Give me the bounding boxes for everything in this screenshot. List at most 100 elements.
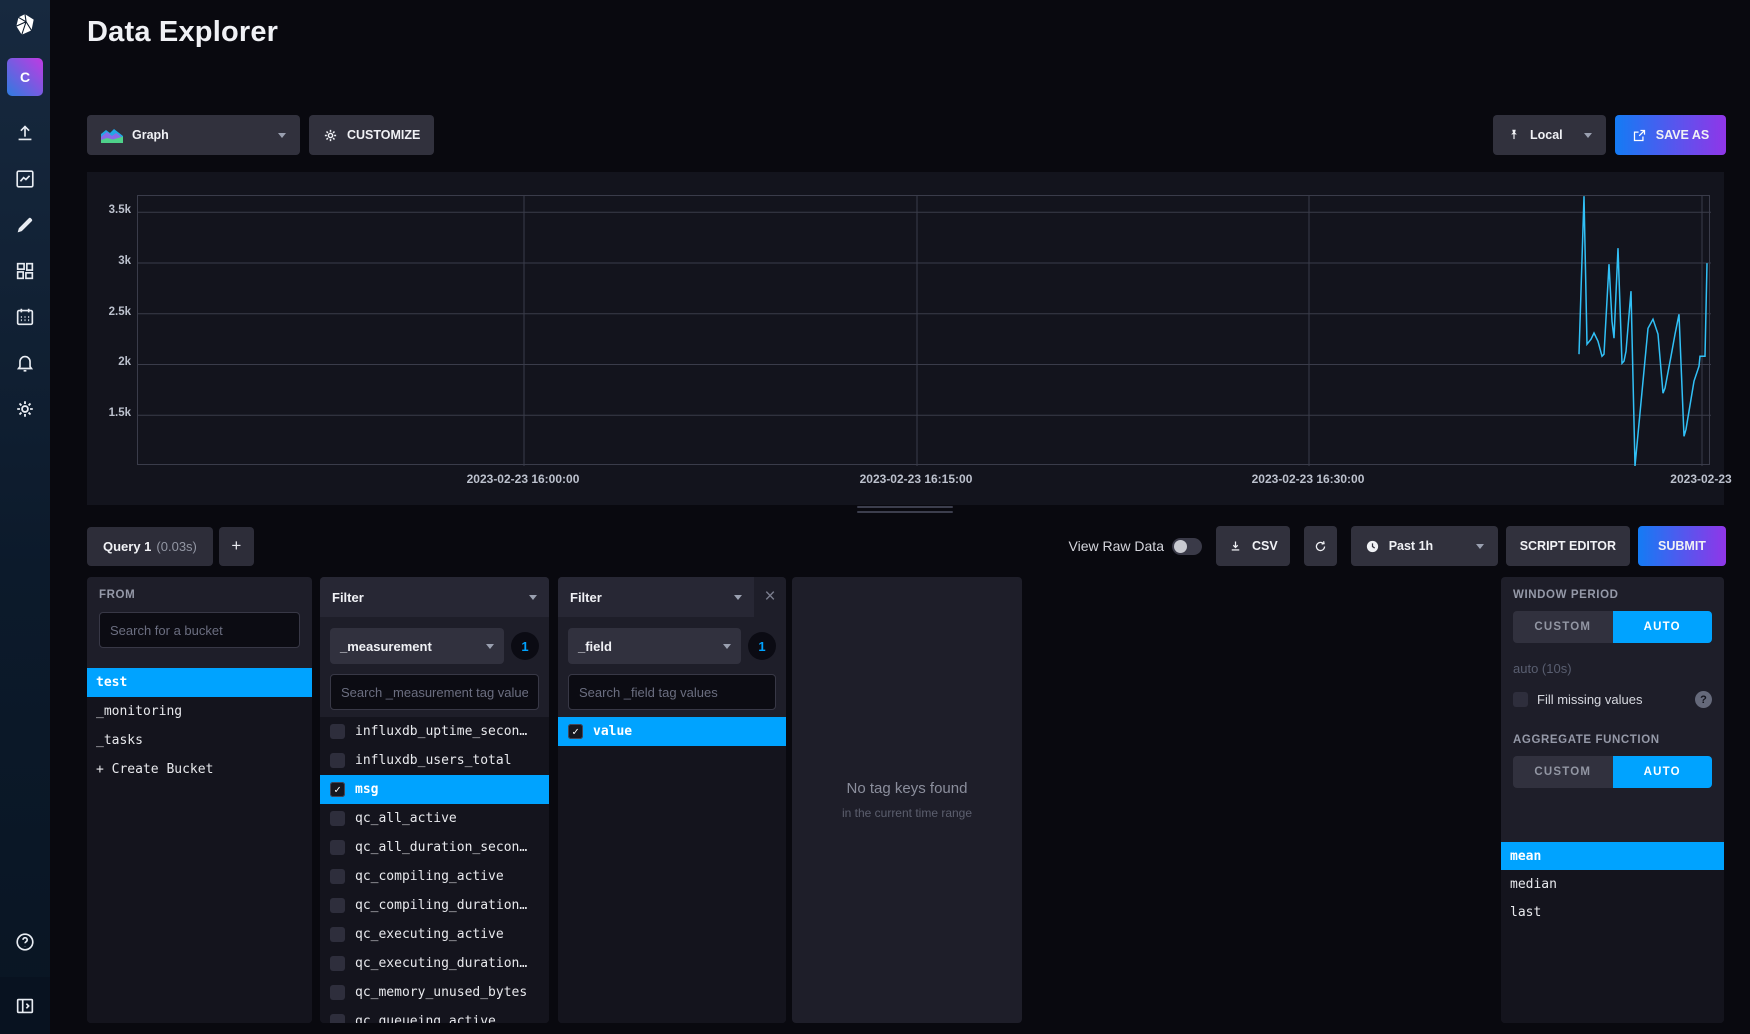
bucket-list-item[interactable]: + Create Bucket bbox=[87, 755, 312, 784]
csv-download-button[interactable]: CSV bbox=[1216, 526, 1290, 566]
time-series-plot[interactable] bbox=[137, 195, 1710, 465]
filter-type-dropdown[interactable]: Filter bbox=[320, 577, 549, 617]
bucket-list-item[interactable]: test bbox=[87, 668, 312, 697]
measurement-name: qc_executing_active bbox=[355, 927, 504, 942]
checkbox[interactable] bbox=[330, 753, 345, 768]
checkbox[interactable] bbox=[568, 724, 583, 739]
influxdb-logo[interactable] bbox=[0, 0, 50, 50]
view-type-dropdown[interactable]: Graph bbox=[87, 115, 300, 155]
view-raw-data-toggle[interactable] bbox=[1172, 538, 1202, 555]
script-editor-button[interactable]: SCRIPT EDITOR bbox=[1506, 526, 1630, 566]
calendar-icon bbox=[14, 306, 36, 328]
time-range-dropdown[interactable]: Past 1h bbox=[1351, 526, 1498, 566]
window-auto-button[interactable]: AUTO bbox=[1613, 611, 1713, 643]
help-tooltip-icon[interactable]: ? bbox=[1695, 691, 1712, 708]
gear-icon bbox=[323, 128, 338, 143]
window-custom-button[interactable]: CUSTOM bbox=[1513, 611, 1613, 643]
view-raw-data-label: View Raw Data bbox=[1069, 538, 1164, 554]
tag-key-dropdown[interactable]: _field bbox=[568, 628, 741, 664]
org-avatar[interactable]: C bbox=[7, 58, 43, 96]
checkbox[interactable] bbox=[330, 927, 345, 942]
bucket-list-item[interactable]: _monitoring bbox=[87, 697, 312, 726]
checkbox[interactable] bbox=[330, 898, 345, 913]
chart-panel: 3.5k3k2.5k2k1.5k 2023-02-23 16:00:002023… bbox=[87, 172, 1724, 505]
aggregate-function-item[interactable]: median bbox=[1501, 870, 1724, 898]
checkbox[interactable] bbox=[330, 840, 345, 855]
measurement-name: qc_executing_duration… bbox=[355, 956, 527, 971]
save-as-label: SAVE AS bbox=[1656, 128, 1710, 142]
measurement-item[interactable]: qc_all_active bbox=[320, 804, 549, 833]
selected-count-badge: 1 bbox=[748, 632, 776, 660]
checkbox[interactable] bbox=[330, 869, 345, 884]
measurement-item[interactable]: qc_executing_duration… bbox=[320, 949, 549, 978]
submit-label: SUBMIT bbox=[1658, 539, 1706, 553]
sidebar-collapse[interactable] bbox=[0, 977, 50, 1034]
sidebar-item-upload[interactable] bbox=[0, 110, 50, 156]
save-as-button[interactable]: SAVE AS bbox=[1615, 115, 1726, 155]
customize-label: CUSTOMIZE bbox=[347, 128, 420, 142]
sidebar: C bbox=[0, 0, 50, 1034]
customize-button[interactable]: CUSTOMIZE bbox=[309, 115, 434, 155]
measurement-search-input[interactable] bbox=[330, 674, 539, 710]
checkbox[interactable] bbox=[330, 811, 345, 826]
aggregate-custom-button[interactable]: CUSTOM bbox=[1513, 756, 1613, 788]
refresh-button[interactable] bbox=[1304, 526, 1337, 566]
bucket-search-input[interactable] bbox=[99, 612, 300, 648]
checkbox[interactable] bbox=[330, 782, 345, 797]
csv-label: CSV bbox=[1252, 539, 1278, 553]
measurement-name: influxdb_users_total bbox=[355, 753, 512, 768]
checkbox[interactable] bbox=[330, 985, 345, 1000]
remove-filter-button[interactable]: × bbox=[754, 577, 786, 617]
bucket-list-item[interactable]: _tasks bbox=[87, 726, 312, 755]
empty-state-subtitle: in the current time range bbox=[842, 806, 972, 820]
checkbox[interactable] bbox=[330, 956, 345, 971]
aggregate-function-item[interactable]: mean bbox=[1501, 842, 1724, 870]
measurement-item[interactable]: qc_all_duration_secon… bbox=[320, 833, 549, 862]
sidebar-item-data-explorer[interactable] bbox=[0, 156, 50, 202]
sidebar-item-help[interactable] bbox=[0, 919, 50, 965]
time-series-chart bbox=[138, 196, 1711, 466]
variables-dropdown[interactable]: Local bbox=[1493, 115, 1606, 155]
measurement-item[interactable]: influxdb_uptime_secon… bbox=[320, 717, 549, 746]
sidebar-item-dashboards[interactable] bbox=[0, 248, 50, 294]
query-toolbar: Query 1 (0.03s) + View Raw Data CSV bbox=[87, 526, 1726, 566]
tag-key-label: _measurement bbox=[340, 639, 432, 654]
fill-missing-checkbox[interactable] bbox=[1513, 692, 1528, 707]
dashboards-icon bbox=[14, 260, 36, 282]
sidebar-item-tasks[interactable] bbox=[0, 294, 50, 340]
aggregate-auto-button[interactable]: AUTO bbox=[1613, 756, 1713, 788]
selected-count-badge: 1 bbox=[511, 632, 539, 660]
chevron-down-icon bbox=[529, 595, 537, 600]
field-search-input[interactable] bbox=[568, 674, 776, 710]
from-bucket-card: FROM test_monitoring_tasks+ Create Bucke… bbox=[87, 577, 312, 1023]
y-tick-label: 2k bbox=[87, 356, 131, 368]
chevron-down-icon bbox=[723, 644, 731, 649]
pencil-icon bbox=[14, 214, 36, 236]
measurement-item[interactable]: qc_queueing_active bbox=[320, 1007, 549, 1023]
filter-type-dropdown[interactable]: Filter bbox=[558, 577, 754, 617]
filter-field-card: Filter × _field 1 value bbox=[558, 577, 786, 1023]
bucket-list: test _monitoring_tasks+ Create Bucket bbox=[87, 668, 312, 1023]
measurement-item[interactable]: qc_executing_active bbox=[320, 920, 549, 949]
submit-button[interactable]: SUBMIT bbox=[1638, 526, 1726, 566]
add-query-button[interactable]: + bbox=[219, 527, 254, 566]
measurement-item[interactable]: qc_memory_unused_bytes bbox=[320, 978, 549, 1007]
export-icon bbox=[1632, 128, 1647, 143]
bell-icon bbox=[14, 352, 36, 374]
field-name: value bbox=[593, 724, 632, 739]
aggregate-function-item[interactable]: last bbox=[1501, 898, 1724, 926]
field-item[interactable]: value bbox=[558, 717, 786, 746]
query-tab[interactable]: Query 1 (0.03s) bbox=[87, 527, 213, 566]
measurement-item[interactable]: influxdb_users_total bbox=[320, 746, 549, 775]
measurement-item[interactable]: msg bbox=[320, 775, 549, 804]
sidebar-item-settings[interactable] bbox=[0, 386, 50, 432]
resize-drag-handle[interactable] bbox=[857, 506, 953, 516]
tag-key-dropdown[interactable]: _measurement bbox=[330, 628, 504, 664]
measurement-item[interactable]: qc_compiling_duration… bbox=[320, 891, 549, 920]
checkbox[interactable] bbox=[330, 724, 345, 739]
measurement-item[interactable]: qc_compiling_active bbox=[320, 862, 549, 891]
sidebar-item-notebooks[interactable] bbox=[0, 202, 50, 248]
sidebar-item-alerts[interactable] bbox=[0, 340, 50, 386]
bucket-name: test bbox=[96, 675, 127, 690]
checkbox[interactable] bbox=[330, 1014, 345, 1023]
